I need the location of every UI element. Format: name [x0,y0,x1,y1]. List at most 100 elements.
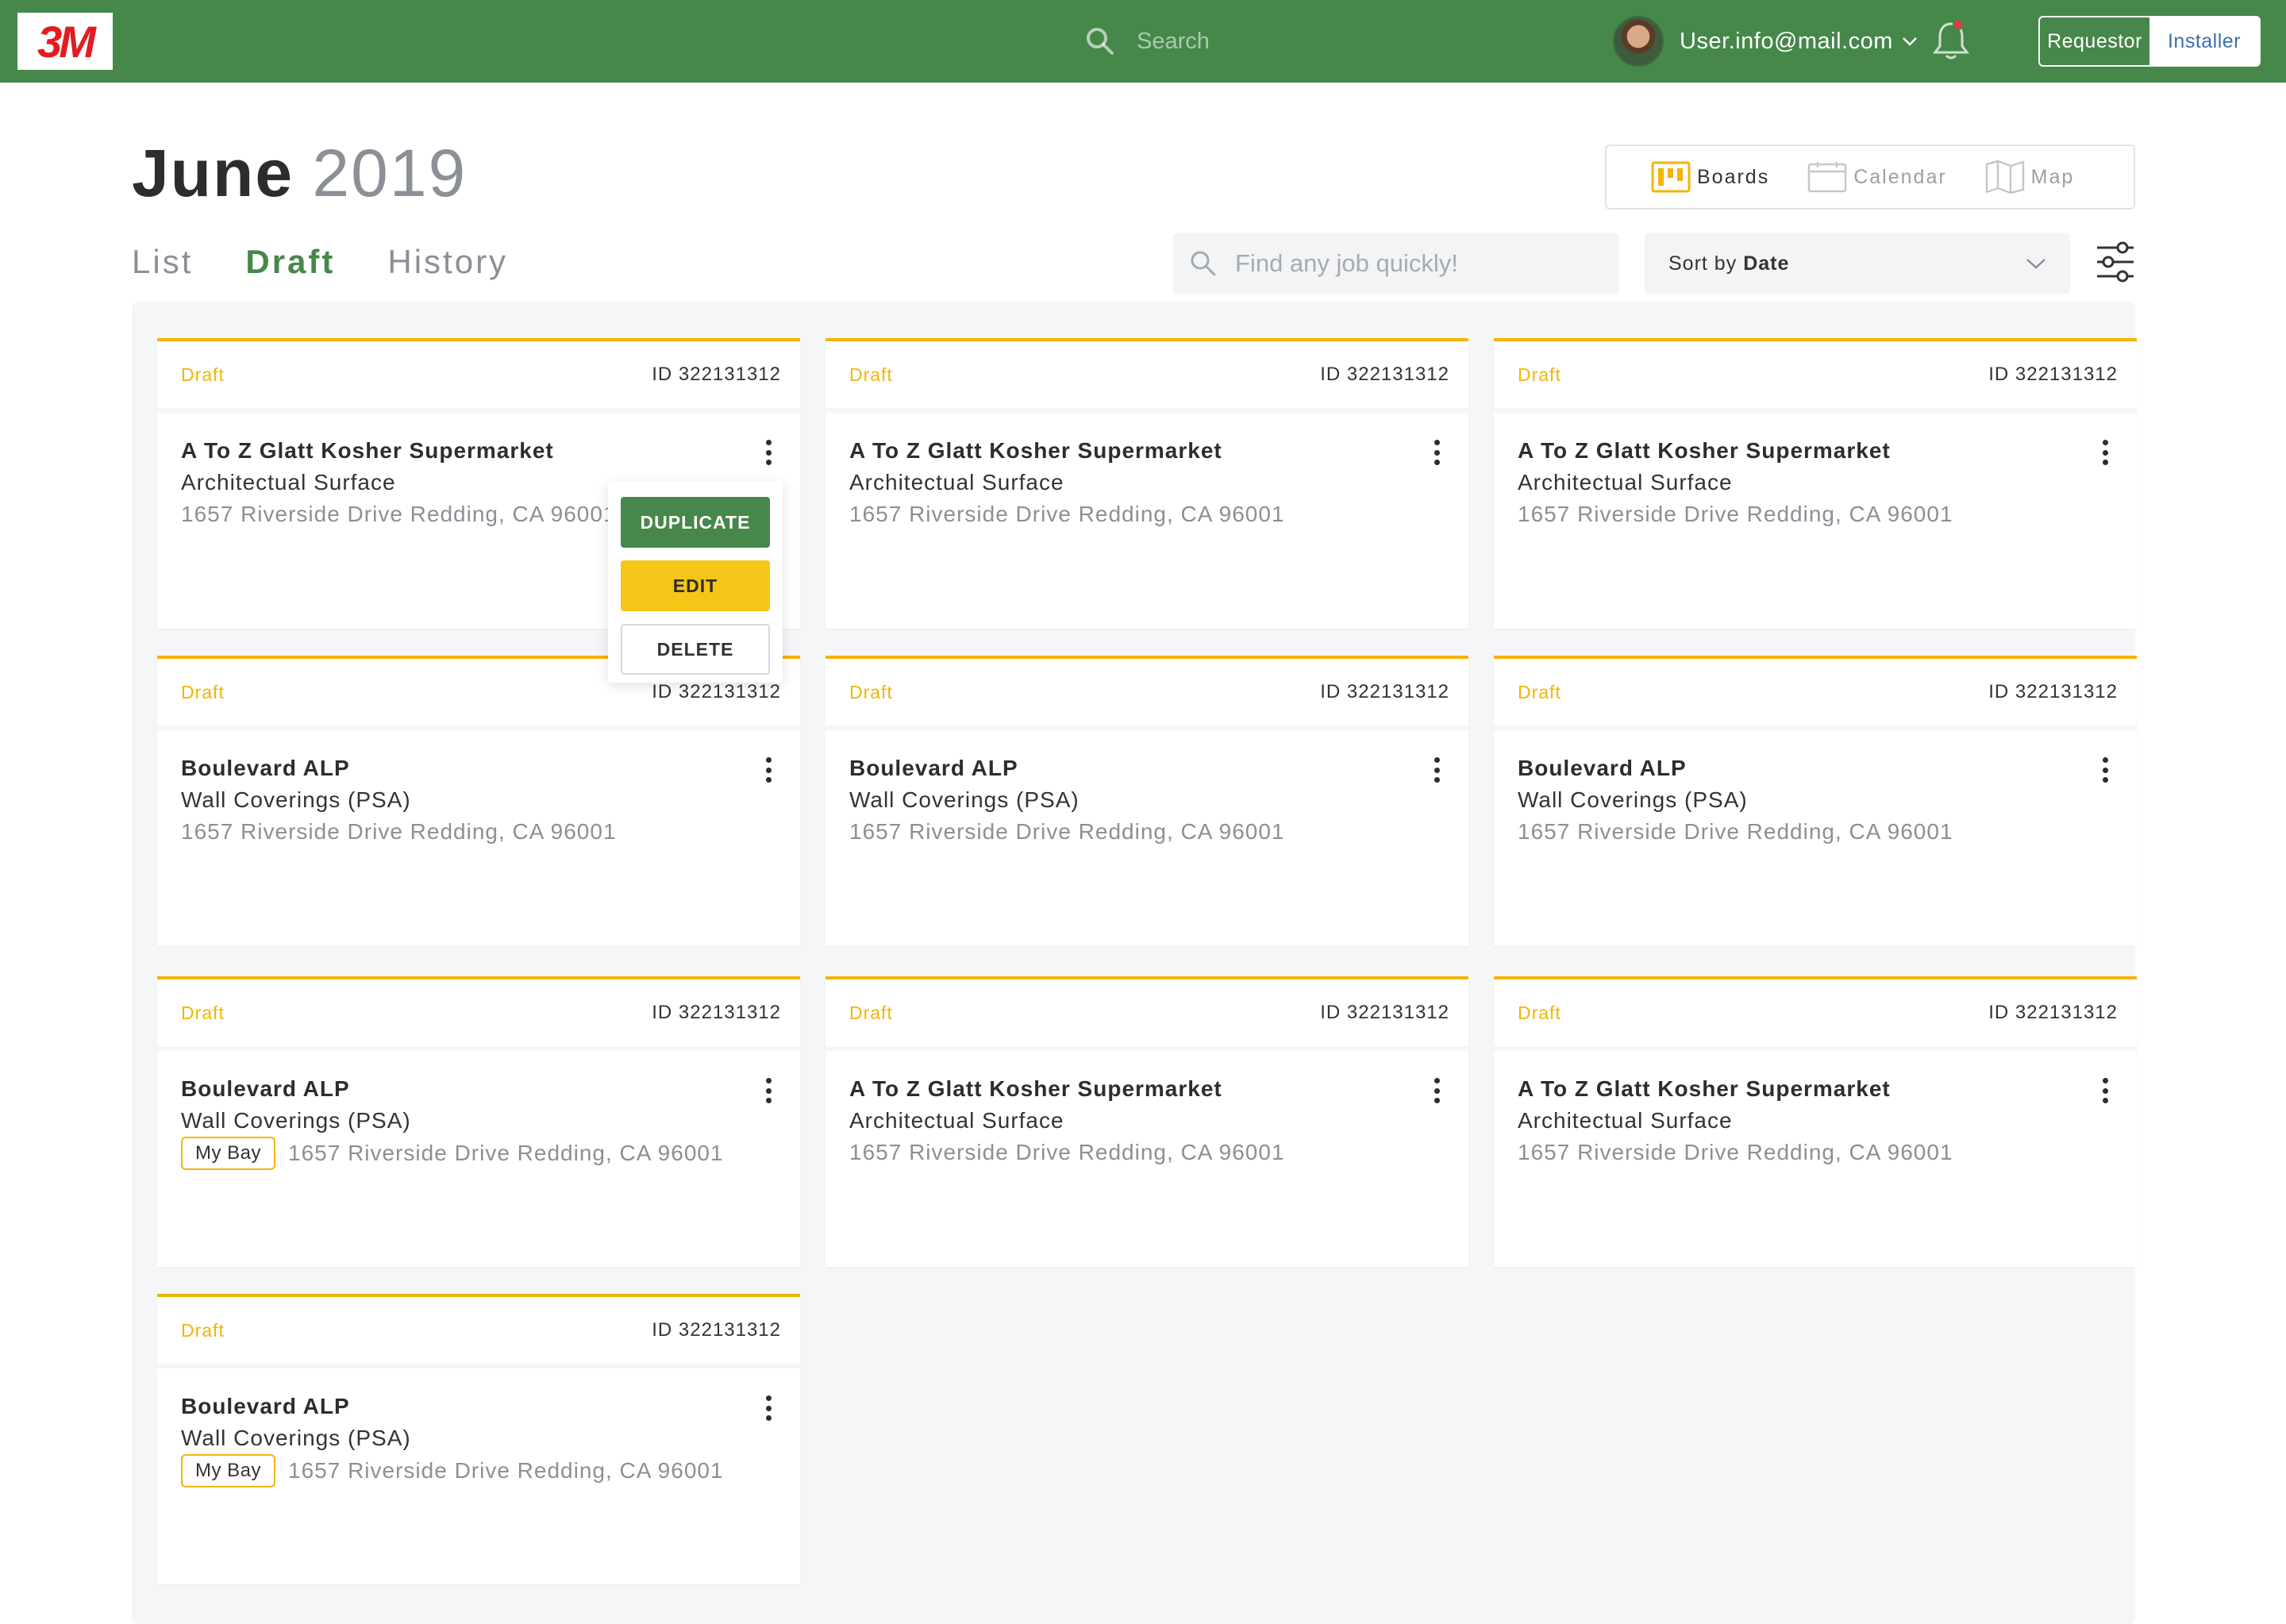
delete-button[interactable]: DELETE [621,624,770,675]
more-options-icon[interactable] [2097,1075,2113,1106]
address-row: 1657 Riverside Drive Redding, CA 96001 [849,498,1445,530]
job-category: Architectual Surface [849,470,1064,495]
card-body: A To Z Glatt Kosher Supermarket Architec… [826,413,1468,530]
global-search[interactable]: Search [1084,21,1322,62]
status-badge: Draft [181,1319,225,1341]
filter-settings-icon[interactable] [2096,240,2135,284]
address-row: My Bay 1657 Riverside Drive Redding, CA 9… [181,1137,776,1170]
job-search-input[interactable]: Find any job quickly! [1173,233,1619,294]
customer-name: Boulevard ALP [181,1394,350,1418]
user-menu[interactable]: User.info@mail.com [1613,16,1918,67]
edit-button[interactable]: EDIT [621,560,770,611]
address-row: 1657 Riverside Drive Redding, CA 96001 [849,816,1445,848]
customer-name: Boulevard ALP [181,1076,350,1101]
job-address: 1657 Riverside Drive Redding, CA 96001 [849,1140,1285,1164]
view-boards[interactable]: Boards [1651,161,1769,193]
job-address: 1657 Riverside Drive Redding, CA 96001 [1518,502,1953,526]
notification-dot [1953,19,1964,30]
job-id: ID 322131312 [1320,1002,1449,1023]
more-options-icon[interactable] [1429,437,1445,468]
card-header: Draft ID 322131312 [1494,979,2137,1051]
card-header: Draft ID 322131312 [826,659,1468,730]
view-toggle: Boards Calendar Map [1605,144,2135,210]
brand-logo[interactable]: 3M [17,13,113,70]
role-requestor-button[interactable]: Requestor [2040,17,2149,65]
job-category: Architectual Surface [1518,1108,1733,1133]
customer-name: Boulevard ALP [181,756,350,780]
duplicate-button[interactable]: DUPLICATE [621,497,770,548]
view-calendar-label: Calendar [1853,165,1947,188]
job-card[interactable]: Draft ID 322131312 A To Z Glatt Kosher Su… [826,976,1468,1267]
tab-list[interactable]: List [132,243,193,281]
job-category: Wall Coverings (PSA) [181,1108,411,1133]
card-header: Draft ID 322131312 [1494,659,2137,730]
card-context-menu: DUPLICATE EDIT DELETE [608,481,783,683]
tab-bar: List Draft History [132,243,560,281]
bell-icon[interactable] [1930,19,1972,62]
boards-icon [1651,161,1691,193]
job-card[interactable]: Draft ID 322131312 Boulevard ALP Wall Cov… [157,656,800,946]
sort-dropdown[interactable]: Sort by Date [1645,233,2070,294]
status-badge: Draft [1518,1002,1561,1023]
job-id: ID 322131312 [652,1002,781,1023]
role-switch: Requestor Installer [2038,16,2261,67]
address-row: 1657 Riverside Drive Redding, CA 96001 [1518,498,2113,530]
address-row: 1657 Riverside Drive Redding, CA 96001 [181,816,776,848]
job-address: 1657 Riverside Drive Redding, CA 96001 [1518,819,1953,844]
job-card[interactable]: Draft ID 322131312 Boulevard ALP Wall Cov… [1494,656,2137,946]
card-header: Draft ID 322131312 [157,979,800,1051]
job-category: Wall Coverings (PSA) [181,787,411,812]
role-installer-button[interactable]: Installer [2149,17,2259,65]
job-id: ID 322131312 [1988,681,2118,702]
my-bay-badge: My Bay [181,1137,276,1170]
more-options-icon[interactable] [2097,437,2113,468]
customer-name: A To Z Glatt Kosher Supermarket [849,1076,1222,1101]
job-card[interactable]: Draft ID 322131312 Boulevard ALP Wall Cov… [826,656,1468,946]
job-board: Draft ID 322131312 A To Z Glatt Kosher Su… [132,302,2137,1624]
more-options-icon[interactable] [760,437,776,468]
job-category: Wall Coverings (PSA) [1518,787,1748,812]
more-options-icon[interactable] [760,1075,776,1106]
job-id: ID 322131312 [652,681,781,702]
address-row: 1657 Riverside Drive Redding, CA 96001 [849,1137,1445,1168]
more-options-icon[interactable] [2097,754,2113,786]
job-card[interactable]: Draft ID 322131312 A To Z Glatt Kosher Su… [826,338,1468,629]
customer-name: Boulevard ALP [1518,756,1687,780]
customer-name: A To Z Glatt Kosher Supermarket [1518,1076,1891,1101]
address-row: My Bay 1657 Riverside Drive Redding, CA 9… [181,1454,776,1487]
job-address: 1657 Riverside Drive Redding, CA 96001 [181,819,617,844]
title-year: 2019 [312,136,468,210]
card-body: A To Z Glatt Kosher Supermarket Architec… [826,1051,1468,1168]
card-body: A To Z Glatt Kosher Supermarket Architec… [1494,1051,2137,1168]
card-body: Boulevard ALP Wall Coverings (PSA) 1657 … [157,730,800,848]
card-body: Boulevard ALP Wall Coverings (PSA) My Ba… [157,1368,800,1487]
status-badge: Draft [849,681,893,702]
job-card[interactable]: Draft ID 322131312 A To Z Glatt Kosher Su… [1494,976,2137,1267]
more-options-icon[interactable] [1429,1075,1445,1106]
tab-history[interactable]: History [387,243,508,281]
card-header: Draft ID 322131312 [826,341,1468,413]
job-id: ID 322131312 [1988,364,2118,385]
job-address: 1657 Riverside Drive Redding, CA 96001 [849,819,1285,844]
tab-draft[interactable]: Draft [245,243,335,281]
search-placeholder: Search [1137,28,1210,54]
calendar-icon [1807,162,1847,193]
job-category: Architectual Surface [1518,470,1733,495]
view-calendar[interactable]: Calendar [1807,161,1946,193]
job-card[interactable]: Draft ID 322131312 Boulevard ALP Wall Cov… [157,1294,800,1584]
job-card[interactable]: Draft ID 322131312 Boulevard ALP Wall Cov… [157,976,800,1267]
customer-name: A To Z Glatt Kosher Supermarket [1518,438,1891,463]
more-options-icon[interactable] [760,754,776,786]
address-row: 1657 Riverside Drive Redding, CA 96001 [1518,1137,2113,1168]
more-options-icon[interactable] [1429,754,1445,786]
customer-name: Boulevard ALP [849,756,1018,780]
view-map-label: Map [2030,165,2075,188]
view-map[interactable]: Map [1985,160,2075,194]
customer-name: A To Z Glatt Kosher Supermarket [849,438,1222,463]
more-options-icon[interactable] [760,1392,776,1424]
status-badge: Draft [1518,681,1561,702]
job-card[interactable]: Draft ID 322131312 A To Z Glatt Kosher Su… [1494,338,2137,629]
top-bar: 3M Search User.info@mail.com Requestor I… [0,0,2286,83]
job-address: 1657 Riverside Drive Redding, CA 96001 [1518,1140,1953,1164]
status-badge: Draft [181,364,225,385]
